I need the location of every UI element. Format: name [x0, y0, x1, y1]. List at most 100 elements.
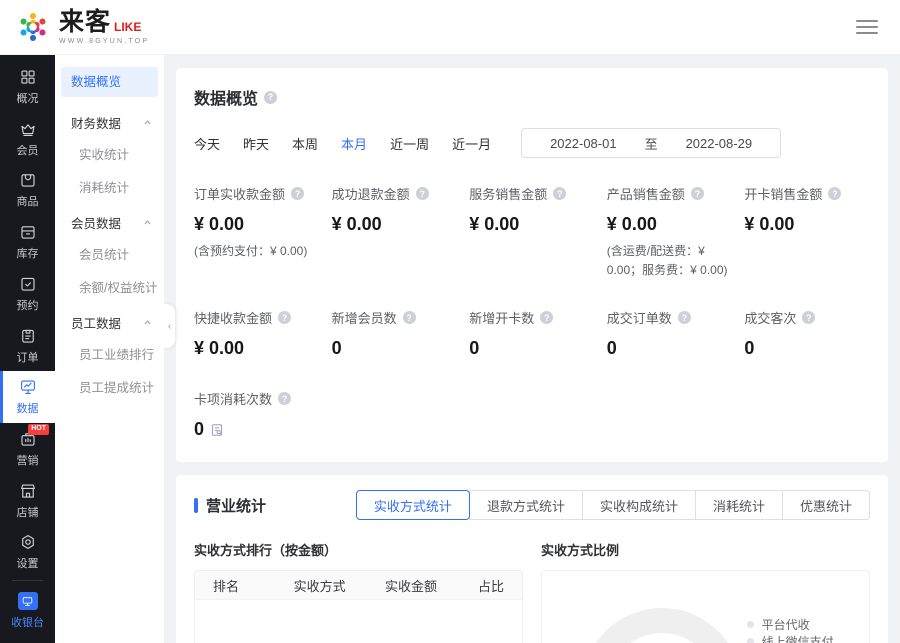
tab-income-composition[interactable]: 实收构成统计 — [582, 490, 696, 520]
help-icon[interactable]: ? — [278, 311, 291, 324]
subnav-group-staff[interactable]: 员工数据 — [55, 305, 164, 339]
sidebar-item-goods[interactable]: 商品 — [0, 164, 55, 216]
income-method-ranking-panel: 实收方式排行（按金额） 排名 实收方式 实收金额 占比 — [194, 540, 523, 643]
sidebar-item-label: 店铺 — [17, 504, 39, 520]
sidebar-collapse-handle[interactable]: ‹ — [164, 303, 176, 349]
sidebar-item-members[interactable]: 会员 — [0, 113, 55, 165]
tab-consume-stats[interactable]: 消耗统计 — [695, 490, 783, 520]
help-icon[interactable]: ? — [416, 187, 429, 200]
subnav-item-data-overview[interactable]: 数据概览 — [61, 67, 158, 97]
help-icon[interactable]: ? — [540, 311, 553, 324]
subnav-item-balance-stats[interactable]: 余额/权益统计 — [55, 272, 164, 305]
tab-today[interactable]: 今天 — [194, 134, 220, 153]
sidebar-item-label: 营销 — [17, 452, 39, 468]
sidebar-divider — [12, 580, 43, 581]
sidebar-item-orders[interactable]: 订单 — [0, 320, 55, 372]
stat-card-sales: 开卡销售金额? ¥ 0.00 — [744, 184, 870, 280]
tab-refund-method[interactable]: 退款方式统计 — [469, 490, 583, 520]
sidebar-item-inventory[interactable]: 库存 — [0, 216, 55, 268]
col-method: 实收方式 — [274, 576, 365, 595]
goods-bag-icon — [19, 171, 37, 189]
subnav-item-staff-commission[interactable]: 员工提成统计 — [55, 372, 164, 405]
tab-yesterday[interactable]: 昨天 — [243, 134, 269, 153]
tab-discount-stats[interactable]: 优惠统计 — [782, 490, 870, 520]
help-icon[interactable]: ? — [828, 187, 841, 200]
sidebar-item-shop[interactable]: 店铺 — [0, 475, 55, 527]
sidebar-item-label: 订单 — [17, 349, 39, 365]
menu-icon[interactable] — [856, 20, 878, 34]
tab-this-month[interactable]: 本月 — [341, 134, 367, 153]
section-title: 营业统计 — [206, 495, 266, 516]
subnav-group-label: 财务数据 — [71, 113, 121, 132]
brand-name: 来客 — [59, 10, 111, 35]
chevron-up-icon — [143, 118, 152, 127]
subnav-group-finance[interactable]: 财务数据 — [55, 105, 164, 139]
tab-last-7-days[interactable]: 近一周 — [390, 134, 429, 153]
help-icon[interactable]: ? — [678, 311, 691, 324]
legend-item[interactable]: 平台代收 — [747, 618, 847, 630]
legend-dot — [747, 638, 754, 643]
sidebar-item-booking[interactable]: 预约 — [0, 268, 55, 320]
section-accent-bar — [194, 498, 198, 513]
sidebar-item-label: 数据 — [17, 400, 39, 416]
sidebar-item-label: 库存 — [17, 245, 39, 261]
subnav-item-income-stats[interactable]: 实收统计 — [55, 139, 164, 172]
help-icon[interactable]: ? — [802, 311, 815, 324]
col-percent: 占比 — [457, 576, 504, 595]
sidebar-item-overview[interactable]: 概况 — [0, 61, 55, 113]
subnav-item-consume-stats[interactable]: 消耗统计 — [55, 172, 164, 205]
dashboard-icon — [19, 68, 37, 86]
sidebar-item-settings[interactable]: 设置 — [0, 527, 55, 579]
data-overview-card: 数据概览 ? 今天 昨天 本周 本月 近一周 近一月 2022-08-01 至 — [176, 68, 888, 462]
sidebar-item-cashier[interactable]: 收银台 — [0, 585, 55, 637]
tab-last-30-days[interactable]: 近一月 — [452, 134, 491, 153]
tab-this-week[interactable]: 本周 — [292, 134, 318, 153]
view-records-icon[interactable] — [210, 423, 224, 437]
top-bar: 来客 LIKE WWW.8GYUN.TOP — [0, 0, 900, 55]
ranking-table: 排名 实收方式 实收金额 占比 — [194, 570, 523, 643]
subnav-group-member[interactable]: 会员数据 — [55, 205, 164, 239]
subnav-item-staff-rank[interactable]: 员工业绩排行 — [55, 339, 164, 372]
sidebar-item-label: 收银台 — [11, 614, 44, 630]
stat-deal-customers: 成交客次? 0 — [744, 308, 870, 359]
legend-item[interactable]: 线上微信支付 — [747, 636, 847, 643]
date-range-picker[interactable]: 2022-08-01 至 2022-08-29 — [521, 128, 781, 158]
help-icon[interactable]: ? — [691, 187, 704, 200]
stat-product-sales: 产品销售金额? ¥ 0.00 (含运费/配送费：¥ 0.00；服务费：¥ 0.0… — [607, 184, 733, 280]
data-monitor-icon — [19, 378, 37, 396]
stat-order-income: 订单实收款金额? ¥ 0.00 (含预约支付：¥ 0.00) — [194, 184, 320, 280]
stat-quick-payment: 快捷收款金额? ¥ 0.00 — [194, 308, 320, 359]
cashier-icon — [18, 592, 38, 610]
help-icon[interactable]: ? — [278, 392, 291, 405]
income-method-proportion-panel: 实收方式比例 总金额 ¥ 0.00 平台代收 线上微信支付 现金 — [541, 540, 870, 643]
sidebar-item-label: 商品 — [17, 193, 39, 209]
stat-refund: 成功退款金额? ¥ 0.00 — [332, 184, 458, 280]
brand-url: WWW.8GYUN.TOP — [59, 38, 149, 45]
subnav-item-member-stats[interactable]: 会员统计 — [55, 239, 164, 272]
brand-logo: 来客 LIKE WWW.8GYUN.TOP — [14, 8, 149, 46]
help-icon[interactable]: ? — [264, 91, 277, 104]
col-rank: 排名 — [213, 576, 274, 595]
date-start[interactable]: 2022-08-01 — [550, 136, 617, 151]
sidebar-item-data[interactable]: 数据 — [0, 371, 55, 423]
help-icon[interactable]: ? — [553, 187, 566, 200]
sidebar-item-label: 概况 — [17, 90, 39, 106]
secondary-sidebar: 数据概览 财务数据 实收统计 消耗统计 会员数据 会员统计 余额/权益统计 员工… — [55, 55, 165, 643]
chart-legend: 平台代收 线上微信支付 现金 其他 微信（记账） 支付宝（记账） POS机（记账… — [747, 618, 847, 643]
ranking-title: 实收方式排行（按金额） — [194, 540, 523, 559]
sidebar-item-marketing[interactable]: HOT 营销 — [0, 423, 55, 475]
sidebar-item-label: 会员 — [17, 142, 39, 158]
chevron-up-icon — [143, 318, 152, 327]
help-icon[interactable]: ? — [291, 187, 304, 200]
date-end[interactable]: 2022-08-29 — [686, 136, 753, 151]
tab-income-method[interactable]: 实收方式统计 — [356, 490, 470, 520]
col-amount: 实收金额 — [365, 576, 456, 595]
brand-suffix: LIKE — [114, 21, 141, 33]
page-title: 数据概览 — [194, 85, 258, 109]
gear-icon — [19, 533, 37, 551]
help-icon[interactable]: ? — [403, 311, 416, 324]
crown-icon — [19, 120, 37, 138]
app-window: 来客 LIKE WWW.8GYUN.TOP 概况 会员 商品 — [0, 0, 900, 643]
logo-pinwheel-icon — [14, 8, 52, 46]
primary-sidebar: 概况 会员 商品 库存 预约 订单 — [0, 55, 55, 643]
